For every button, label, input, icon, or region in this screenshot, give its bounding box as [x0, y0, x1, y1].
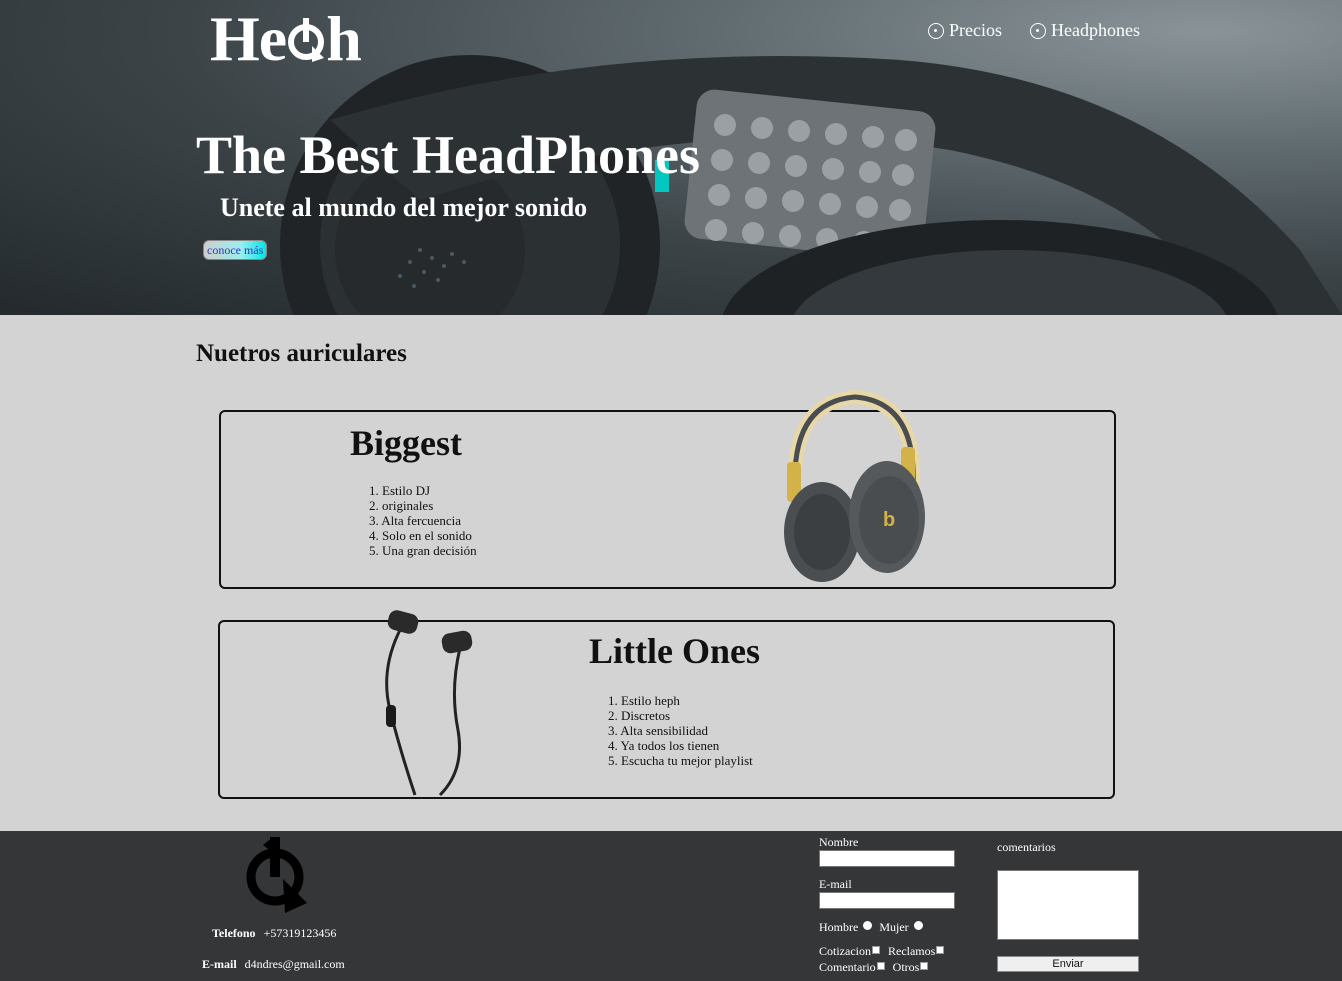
phone-label: Telefono: [212, 926, 256, 940]
product-card-biggest: Biggest 1. Estilo DJ 2. originales 3. Al…: [219, 389, 1116, 589]
checkbox-row-2: Comentario Otros: [819, 960, 929, 975]
checkbox-label: Cotizacion: [819, 944, 871, 958]
earbuds-image: [385, 610, 473, 797]
cotizacion-checkbox[interactable]: [871, 946, 880, 954]
brand-logo-tail: h: [326, 3, 362, 74]
reclamos-checkbox[interactable]: [936, 946, 945, 954]
gender-female-radio[interactable]: [913, 921, 923, 930]
gender-male-radio[interactable]: [863, 921, 873, 930]
brand-logo[interactable]: He h: [210, 2, 362, 76]
list-item: 1. Estilo DJ: [369, 483, 431, 498]
email-field[interactable]: [819, 892, 955, 909]
hero-subtitle: Unete al mundo del mejor sonido: [220, 193, 588, 222]
learn-more-button[interactable]: conoce más: [203, 240, 268, 260]
checkbox-label: Reclamos: [887, 944, 936, 958]
nav-item-label: Precios: [949, 20, 1003, 40]
name-field[interactable]: [819, 850, 955, 867]
circle-dot-icon: [1030, 22, 1047, 39]
product-title: Little Ones: [589, 631, 760, 671]
name-label: Nombre: [819, 835, 859, 849]
footer: Telefono +57319123456 E-mail d4ndres@gmail…: [0, 831, 1342, 981]
gender-group: Hombre Mujer: [819, 920, 923, 935]
checkbox-label: Otros: [892, 960, 920, 974]
list-item: 5. Escucha tu mejor playlist: [608, 753, 753, 768]
brand-logo-text: He: [210, 3, 287, 74]
phone-value: +57319123456: [263, 926, 337, 940]
checkbox-row-1: Cotizacion Reclamos: [819, 944, 945, 959]
list-item: 2. Discretos: [608, 708, 671, 723]
otros-checkbox[interactable]: [920, 962, 929, 970]
list-item: 1. Estilo heph: [608, 693, 680, 708]
main-nav: Precios Headphones: [928, 20, 1140, 41]
product-card-little-ones: Little Ones 1. Estilo heph 2. Discretos …: [218, 610, 1115, 799]
products-section-title: Nuetros auriculares: [196, 340, 407, 367]
feature-list: 1. Estilo DJ 2. originales 3. Alta fercu…: [369, 483, 477, 558]
email-field-label: E-mail: [819, 877, 852, 891]
list-item: 4. Ya todos los tienen: [608, 738, 720, 753]
checkbox-label: Comentario: [819, 960, 876, 974]
feature-list: 1. Estilo heph 2. Discretos 3. Alta sens…: [608, 693, 753, 768]
over-ear-headphones-image: b: [784, 389, 925, 582]
submit-button[interactable]: Enviar: [997, 956, 1139, 972]
comments-textarea[interactable]: [997, 870, 1139, 940]
list-item: 5. Una gran decisión: [369, 543, 477, 558]
list-item: 3. Alta sensibilidad: [608, 723, 709, 738]
product-title: Biggest: [350, 423, 462, 463]
list-item: 4. Solo en el sonido: [369, 528, 472, 543]
footer-email: E-mail d4ndres@gmail.com: [202, 957, 345, 972]
nav-item-label: Headphones: [1051, 20, 1140, 40]
circle-dot-icon: [928, 22, 945, 39]
footer-phone: Telefono +57319123456: [212, 926, 336, 941]
nav-item-headphones[interactable]: Headphones: [1030, 20, 1140, 41]
email-value: d4ndres@gmail.com: [244, 957, 345, 971]
svg-text:b: b: [883, 509, 895, 531]
power-arrow-icon: [286, 6, 326, 62]
comentario-checkbox[interactable]: [876, 962, 885, 970]
email-label: E-mail: [202, 957, 237, 971]
nav-item-precios[interactable]: Precios: [928, 20, 1002, 41]
comments-label: comentarios: [997, 840, 1056, 854]
hero-banner: He h Precios Headphones The Best HeadPhon…: [0, 0, 1342, 315]
gender-male-label: Hombre: [819, 920, 859, 934]
list-item: 2. originales: [369, 498, 434, 513]
gender-female-label: Mujer: [879, 920, 909, 934]
list-item: 3. Alta fercuencia: [369, 513, 462, 528]
brand-emblem-icon: [246, 837, 307, 913]
hero-title: The Best HeadPhones: [196, 125, 701, 185]
